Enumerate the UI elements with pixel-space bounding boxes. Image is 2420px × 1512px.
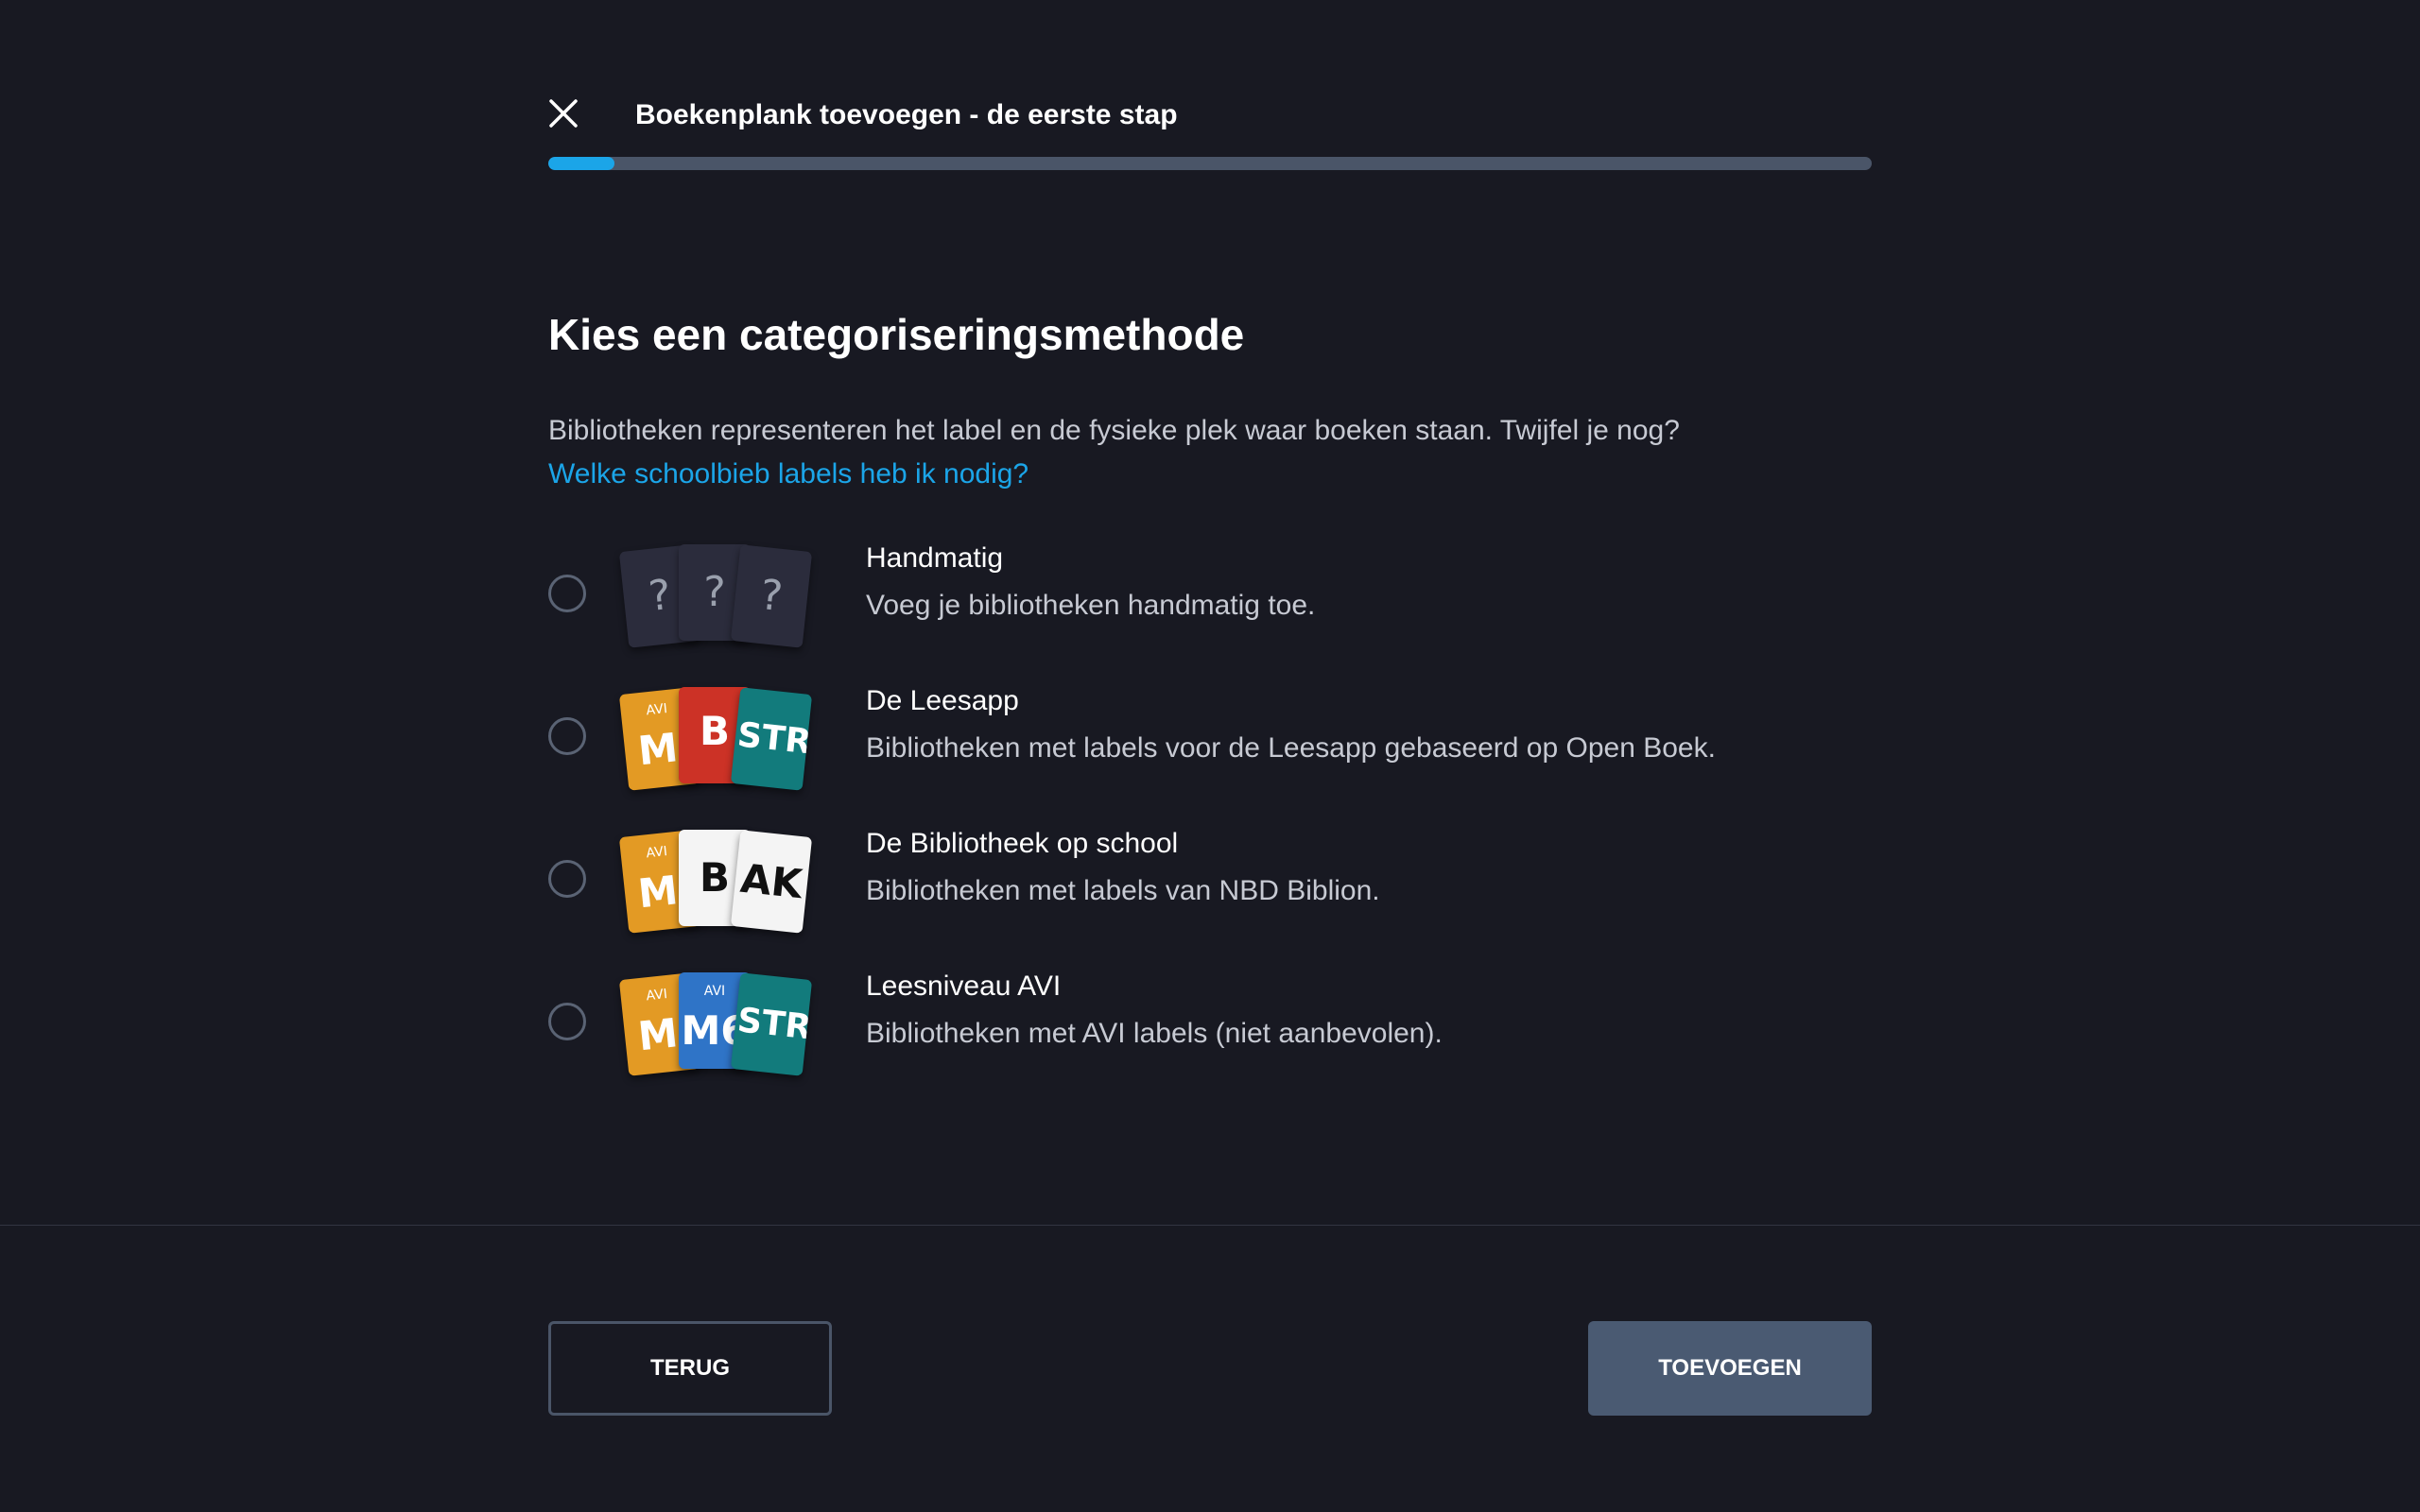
close-button[interactable] [544, 94, 582, 132]
option-title: Leesniveau AVI [866, 971, 1062, 1002]
radio-button[interactable] [548, 1003, 586, 1040]
add-button[interactable]: TOEVOEGEN [1588, 1321, 1872, 1416]
option-bibliotheek-op-school[interactable]: AVI M3 B AK De Bibliotheek op school Bibl… [548, 820, 1966, 963]
label-card: STRIP [730, 687, 813, 791]
footer-divider [0, 1225, 2420, 1226]
radio-button[interactable] [548, 717, 586, 755]
progress-fill [548, 157, 614, 170]
option-description: Bibliotheken met labels van NBD Biblion. [866, 875, 1380, 906]
radio-button[interactable] [548, 575, 586, 612]
label-card: ? [730, 544, 813, 648]
radio-button[interactable] [548, 860, 586, 898]
option-description: Bibliotheken met labels voor de Leesapp … [866, 732, 1716, 764]
option-handmatig[interactable]: ? ? ? Handmatig Voeg je bibliotheken han… [548, 535, 1966, 678]
method-options: ? ? ? Handmatig Voeg je bibliotheken han… [548, 535, 1966, 1106]
label-card: AK [730, 830, 813, 934]
option-description: Bibliotheken met AVI labels (niet aanbev… [866, 1018, 1443, 1049]
option-description: Voeg je bibliotheken handmatig toe. [866, 590, 1316, 621]
label-cards-image: AVI M3 AVI M6 STRIP [618, 972, 813, 1076]
option-title: Handmatig [866, 542, 1004, 574]
dialog-title: Boekenplank toevoegen - de eerste stap [635, 99, 1178, 130]
back-button[interactable]: TERUG [548, 1321, 832, 1416]
close-icon [549, 99, 578, 128]
label-cards-image: ? ? ? [618, 544, 813, 648]
label-cards-image: AVI M3 B AK [618, 830, 813, 934]
option-title: De Bibliotheek op school [866, 828, 1179, 859]
option-de-leesapp[interactable]: AVI M3 B STRIP De Leesapp Bibliotheken me… [548, 678, 1966, 820]
progress-bar [548, 157, 1872, 170]
label-card: STRIP [730, 972, 813, 1076]
add-bookshelf-dialog: Boekenplank toevoegen - de eerste stap K… [0, 0, 2420, 1512]
label-cards-image: AVI M3 B STRIP [618, 687, 813, 791]
intro-text: Bibliotheken representeren het label en … [548, 415, 1680, 446]
option-title: De Leesapp [866, 685, 1019, 716]
page-heading: Kies een categoriseringsmethode [548, 310, 1245, 359]
help-link[interactable]: Welke schoolbieb labels heb ik nodig? [548, 454, 1028, 495]
option-leesniveau-avi[interactable]: AVI M3 AVI M6 STRIP Leesniveau AVI Bibliot… [548, 963, 1966, 1106]
